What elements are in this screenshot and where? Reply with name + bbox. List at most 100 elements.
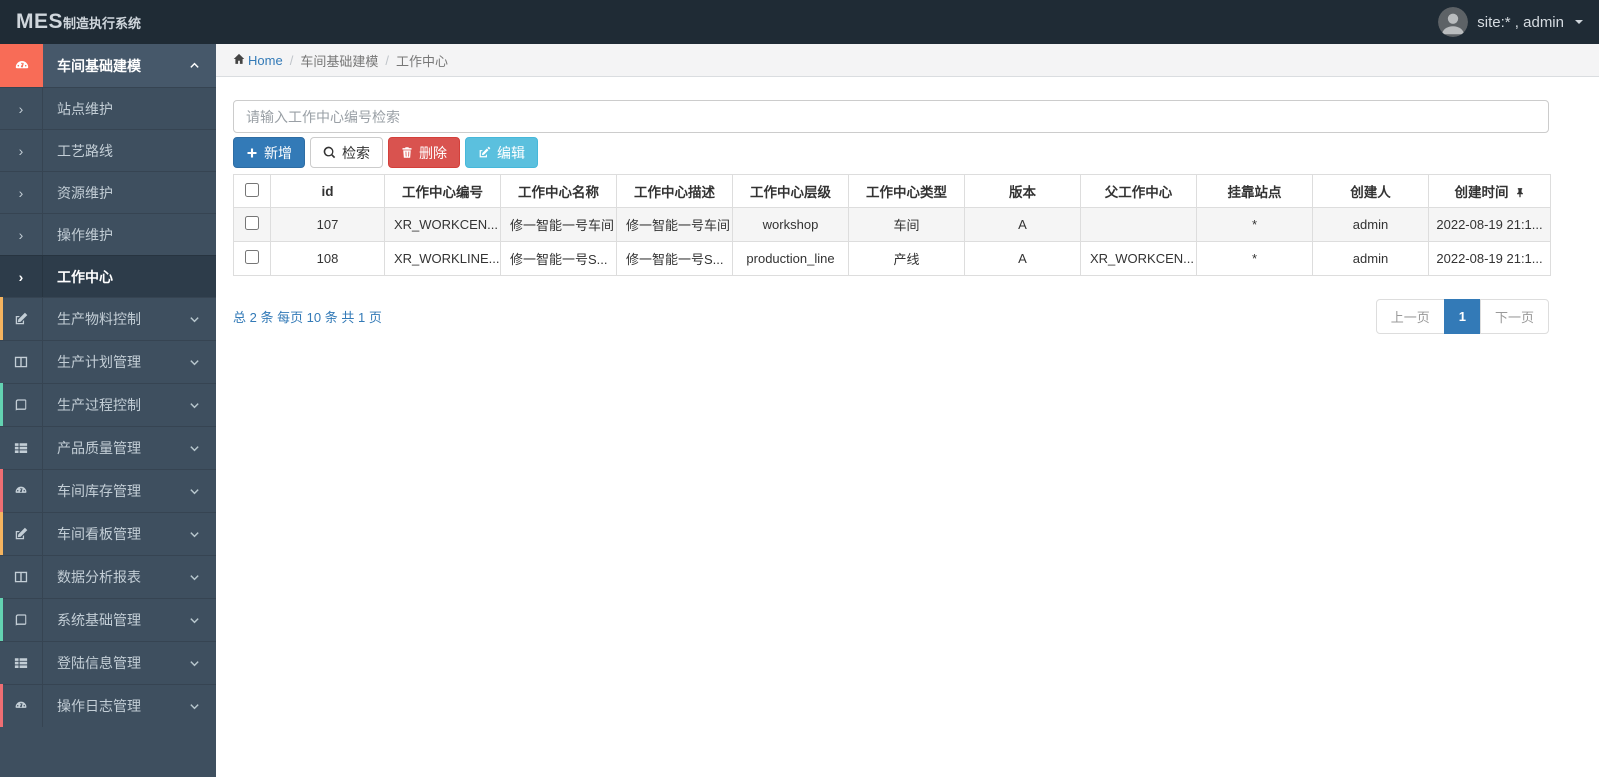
- cell-id: 108: [270, 241, 385, 276]
- sidebar-item-label: 操作日志管理: [57, 698, 141, 714]
- table-header-row: id 工作中心编号 工作中心名称 工作中心描述 工作中心层级 工作中心类型 版本…: [233, 174, 1551, 208]
- pager-group: 上一页 1 下一页: [1375, 299, 1549, 334]
- column-header-created-time[interactable]: 创建时间: [1428, 174, 1551, 208]
- sidebar-item-operation-log-management[interactable]: 操作日志管理: [0, 684, 216, 727]
- search-button-label: 检索: [342, 144, 370, 161]
- chevron-down-icon: [189, 572, 200, 583]
- sidebar-group-workshop-modeling[interactable]: 车间基础建模: [0, 44, 216, 87]
- edit-button-label: 编辑: [497, 144, 525, 161]
- sidebar-item-production-process-control[interactable]: 生产过程控制: [0, 383, 216, 426]
- edit-button[interactable]: 编辑: [465, 137, 538, 168]
- column-header-level[interactable]: 工作中心层级: [732, 174, 849, 208]
- chevron-down-icon: [189, 529, 200, 540]
- gauge-icon: [0, 685, 43, 727]
- row-checkbox[interactable]: [245, 250, 259, 264]
- list-icon: [0, 427, 43, 469]
- column-header-code[interactable]: 工作中心编号: [384, 174, 501, 208]
- sidebar-item-label: 工艺路线: [57, 142, 113, 159]
- sidebar-item-process-route[interactable]: › 工艺路线: [0, 129, 216, 171]
- breadcrumb-separator: /: [385, 52, 389, 68]
- sidebar-item-production-plan-management[interactable]: 生产计划管理: [0, 340, 216, 383]
- header-select-all-cell: [233, 174, 271, 208]
- sidebar-item-product-quality-management[interactable]: 产品质量管理: [0, 426, 216, 469]
- chevron-right-icon: ›: [0, 172, 43, 213]
- prev-page-button[interactable]: 上一页: [1375, 299, 1445, 334]
- app-window: MES制造执行系统 site:* , admin 车间基础建模 › 站点维护 ›…: [0, 0, 1599, 777]
- cell-creator: admin: [1312, 207, 1429, 242]
- pin-icon[interactable]: [1515, 186, 1525, 201]
- app-logo[interactable]: MES制造执行系统: [16, 10, 141, 34]
- select-all-checkbox[interactable]: [245, 182, 259, 197]
- accent-strip: [0, 426, 3, 469]
- search-input[interactable]: [233, 100, 1549, 133]
- cell-level: workshop: [732, 207, 849, 242]
- sidebar-item-production-material-control[interactable]: 生产物料控制: [0, 297, 216, 340]
- sidebar-item-data-analysis-report[interactable]: 数据分析报表: [0, 555, 216, 598]
- user-label: site:* , admin: [1477, 13, 1564, 31]
- sidebar-item-resource-maintenance[interactable]: › 资源维护: [0, 171, 216, 213]
- column-header-label: 创建时间: [1454, 185, 1509, 200]
- page-1-button[interactable]: 1: [1443, 299, 1481, 334]
- cell-code: XR_WORKCEN...: [384, 207, 501, 242]
- column-header-parent[interactable]: 父工作中心: [1080, 174, 1197, 208]
- pagination-bar: 总 2 条 每页 10 条 共 1 页 上一页 1 下一页: [233, 299, 1549, 334]
- table-row[interactable]: 107 XR_WORKCEN... 修一智能一号车间 修一智能一号车间 work…: [233, 207, 1551, 242]
- column-header-version[interactable]: 版本: [964, 174, 1081, 208]
- sidebar-item-operation-maintenance[interactable]: › 操作维护: [0, 213, 216, 255]
- breadcrumb-section[interactable]: 车间基础建模: [300, 51, 378, 70]
- row-select-cell: [233, 207, 271, 242]
- sidebar-item-login-info-management[interactable]: 登陆信息管理: [0, 641, 216, 684]
- add-button[interactable]: 新增: [233, 137, 305, 168]
- column-header-creator[interactable]: 创建人: [1312, 174, 1429, 208]
- sidebar-item-system-base-management[interactable]: 系统基础管理: [0, 598, 216, 641]
- cell-name: 修一智能一号车间: [500, 207, 617, 242]
- list-icon: [0, 642, 43, 684]
- user-avatar: [1438, 7, 1469, 37]
- chevron-down-icon: [189, 658, 200, 669]
- breadcrumb-home-link[interactable]: Home: [233, 53, 283, 68]
- cell-site: *: [1196, 241, 1313, 276]
- chevron-down-icon: [189, 400, 200, 411]
- sidebar-item-work-center[interactable]: › 工作中心: [0, 255, 216, 297]
- user-menu[interactable]: site:* , admin: [1438, 7, 1583, 37]
- accent-strip: [0, 684, 3, 727]
- column-header-description[interactable]: 工作中心描述: [616, 174, 733, 208]
- table-row[interactable]: 108 XR_WORKLINE... 修一智能一号S... 修一智能一号S...…: [233, 241, 1551, 276]
- sidebar-item-label: 生产计划管理: [57, 354, 141, 370]
- sidebar-item-label: 数据分析报表: [57, 569, 141, 585]
- cell-parent: XR_WORKCEN...: [1080, 241, 1197, 276]
- column-header-name[interactable]: 工作中心名称: [500, 174, 617, 208]
- row-checkbox[interactable]: [245, 216, 259, 230]
- caret-down-icon: [1575, 20, 1583, 24]
- chevron-up-icon: [189, 60, 200, 71]
- column-header-type[interactable]: 工作中心类型: [848, 174, 965, 208]
- accent-strip: [0, 469, 3, 512]
- sidebar-item-label: 登陆信息管理: [57, 655, 141, 671]
- sidebar-item-workshop-inventory-management[interactable]: 车间库存管理: [0, 469, 216, 512]
- cell-version: A: [964, 241, 1081, 276]
- cell-created-time: 2022-08-19 21:1...: [1428, 241, 1551, 276]
- chevron-right-icon: ›: [0, 88, 43, 129]
- breadcrumb-separator: /: [289, 52, 294, 68]
- search-button[interactable]: 检索: [310, 137, 383, 168]
- book-icon: [0, 384, 43, 426]
- breadcrumb-home-label: Home: [248, 52, 283, 68]
- accent-strip: [0, 598, 3, 641]
- chevron-down-icon: [189, 314, 200, 325]
- next-page-button[interactable]: 下一页: [1479, 299, 1549, 334]
- sidebar-item-label: 生产过程控制: [57, 397, 141, 413]
- accent-strip: [0, 383, 3, 426]
- chevron-right-icon: ›: [0, 256, 43, 297]
- cell-id: 107: [270, 207, 385, 242]
- sidebar-item-site-maintenance[interactable]: › 站点维护: [0, 87, 216, 129]
- page-content: 新增 检索 删除 编辑: [216, 77, 1599, 334]
- column-header-site[interactable]: 挂靠站点: [1196, 174, 1313, 208]
- column-header-id[interactable]: id: [270, 174, 385, 208]
- sidebar-item-workshop-kanban-management[interactable]: 车间看板管理: [0, 512, 216, 555]
- chevron-down-icon: [189, 615, 200, 626]
- pencil-square-icon: [0, 298, 43, 340]
- sidebar-item-label: 资源维护: [57, 184, 113, 201]
- delete-button[interactable]: 删除: [388, 137, 460, 168]
- home-icon: [233, 53, 245, 68]
- cell-created-time: 2022-08-19 21:1...: [1428, 207, 1551, 242]
